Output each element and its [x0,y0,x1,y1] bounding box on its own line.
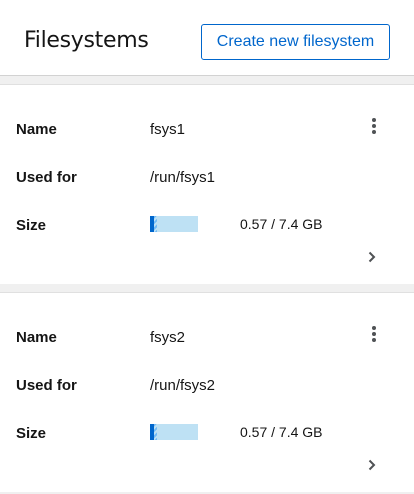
page-header: Filesystems Create new filesystem [0,0,414,76]
size-text: 0.57 / 7.4 GB [240,424,323,440]
used-for-label: Used for [16,169,77,186]
usage-bar [150,216,198,232]
usage-bar-stripe [154,424,157,440]
usage-bar [150,424,198,440]
filesystem-name: fsys1 [150,121,186,138]
chevron-right-icon[interactable] [366,459,378,471]
usage-bar-stripe [154,216,157,232]
kebab-icon[interactable] [364,323,384,345]
filesystem-card: Name fsys1 Used for /run/fsys1 Size 0.57… [0,84,414,284]
kebab-icon[interactable] [364,115,384,137]
mount-point: /run/fsys2 [150,377,216,394]
filesystem-name: fsys2 [150,329,186,346]
mount-point: /run/fsys1 [150,169,216,186]
name-label: Name [16,121,57,138]
name-label: Name [16,329,57,346]
filesystem-card: Name fsys2 Used for /run/fsys2 Size 0.57… [0,292,414,492]
size-label: Size [16,217,47,234]
chevron-right-icon[interactable] [366,251,378,263]
page-title: Filesystems [24,28,149,53]
size-label: Size [16,425,47,442]
size-text: 0.57 / 7.4 GB [240,216,323,232]
create-filesystem-button[interactable]: Create new filesystem [201,24,390,60]
used-for-label: Used for [16,377,77,394]
